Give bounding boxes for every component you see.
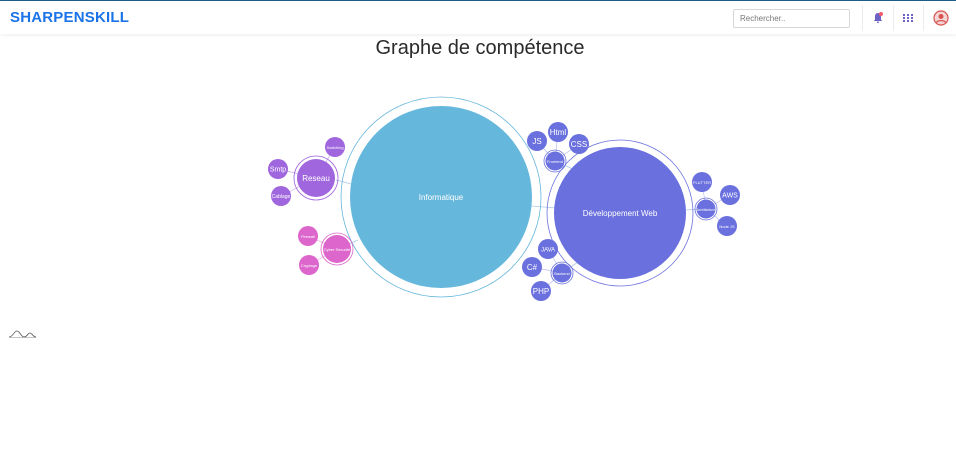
link-line [531,205,557,209]
aws-label: AWS [722,193,738,200]
skill-graph: Informatique Développement Web Reseau Sm… [268,96,740,301]
smtp-label: Smtp [270,167,286,174]
cryptage-label: Cryptage [301,263,318,268]
cyber-securite-label: Cyber Sécurité [324,247,351,252]
switching-label: Switching [326,145,343,150]
csharp-label: C# [527,263,538,272]
nodejs-label: Node JS [719,224,735,229]
cablage-label: Cablage [272,194,291,200]
js-label: JS [532,137,541,146]
html-label: Html [550,128,567,137]
informatique-label: Informatique [419,193,464,202]
flutter-label: FLUTTER [693,180,711,185]
firewall-label: Firewall [301,234,315,239]
php-label: PHP [533,287,549,296]
dev-web-label: Développement Web [583,209,658,218]
css-label: CSS [571,140,587,149]
loading-wave-icon [8,330,37,338]
backend-label: Backend [554,271,570,276]
architecture-label: Architecture [697,208,716,212]
link-line [335,179,352,185]
java-label: JAVA [541,248,555,254]
frontend-label: Frontend [547,159,563,164]
reseau-label: Reseau [302,174,330,183]
